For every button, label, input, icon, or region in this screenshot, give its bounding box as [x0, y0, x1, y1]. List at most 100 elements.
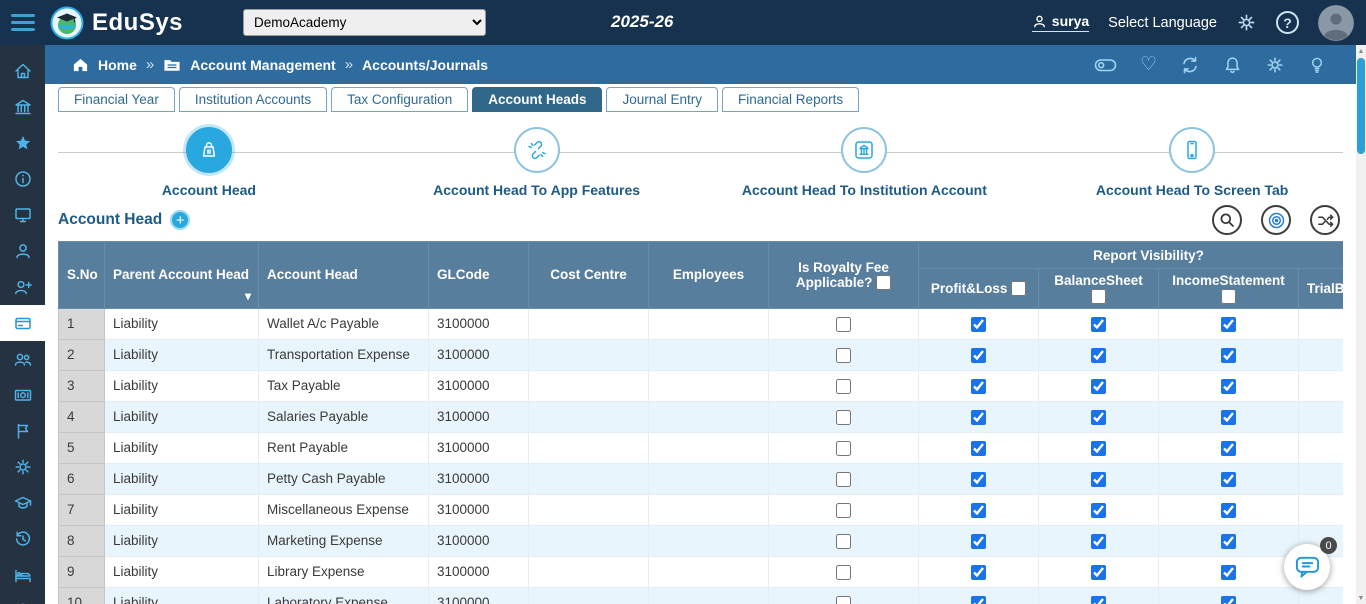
profit-loss-checkbox[interactable]: [971, 472, 986, 487]
sidebar-item-flag[interactable]: [0, 413, 45, 449]
profit-loss-checkbox[interactable]: [971, 317, 986, 332]
tab-financial-reports[interactable]: Financial Reports: [722, 87, 859, 112]
income-statement-checkbox[interactable]: [1221, 472, 1236, 487]
sidebar-item-monitor[interactable]: [0, 197, 45, 233]
balance-sheet-checkbox[interactable]: [1091, 565, 1106, 580]
step-account-head[interactable]: Account Head: [45, 112, 373, 198]
tab-tax-configuration[interactable]: Tax Configuration: [331, 87, 468, 112]
tab-institution-accounts[interactable]: Institution Accounts: [179, 87, 327, 112]
profit-loss-checkbox[interactable]: [971, 503, 986, 518]
balance-sheet-checkbox[interactable]: [1091, 348, 1106, 363]
breadcrumb-section[interactable]: Account Management: [190, 57, 335, 73]
scroll-up-arrow[interactable]: ▲: [1356, 45, 1366, 57]
sidebar-item-user-add[interactable]: [0, 269, 45, 305]
tab-account-heads[interactable]: Account Heads: [472, 87, 602, 112]
royalty-checkbox[interactable]: [836, 348, 851, 363]
income-statement-checkbox[interactable]: [1221, 503, 1236, 518]
profit-loss-checkbox[interactable]: [971, 410, 986, 425]
shuffle-button[interactable]: [1310, 205, 1340, 235]
sidebar-item-payroll[interactable]: [0, 377, 45, 413]
settings-icon[interactable]: [1236, 12, 1257, 33]
income-statement-checkbox[interactable]: [1221, 596, 1236, 604]
breadcrumb-home[interactable]: Home: [98, 57, 137, 73]
profit-loss-checkbox[interactable]: [971, 534, 986, 549]
sidebar-item-settings[interactable]: [0, 449, 45, 485]
income-statement-checkbox[interactable]: [1221, 534, 1236, 549]
profit-loss-checkbox[interactable]: [971, 348, 986, 363]
balance-sheet-select-all-checkbox[interactable]: [1091, 289, 1106, 304]
balance-sheet-checkbox[interactable]: [1091, 472, 1106, 487]
profit-loss-cell: [919, 525, 1039, 556]
sort-chevron-icon[interactable]: ▾: [245, 289, 251, 303]
sidebar-item-hostel[interactable]: [0, 557, 45, 593]
income-statement-checkbox[interactable]: [1221, 317, 1236, 332]
scroll-down-arrow[interactable]: ▼: [1356, 592, 1366, 604]
tab-financial-year[interactable]: Financial Year: [58, 87, 175, 112]
balance-sheet-checkbox[interactable]: [1091, 534, 1106, 549]
sidebar-item-group[interactable]: [0, 341, 45, 377]
glcode-cell: 3100000: [429, 525, 529, 556]
profit-loss-checkbox[interactable]: [971, 441, 986, 456]
balance-sheet-checkbox[interactable]: [1091, 410, 1106, 425]
sidebar-item-home[interactable]: [0, 53, 45, 89]
sidebar-item-institution[interactable]: [0, 89, 45, 125]
sidebar-item-utilities[interactable]: [0, 593, 45, 604]
employees-cell: [649, 370, 769, 401]
scrollbar-thumb[interactable]: [1357, 58, 1365, 154]
step-account-head-to-institution-account[interactable]: Account Head To Institution Account: [701, 112, 1029, 198]
royalty-checkbox[interactable]: [836, 410, 851, 425]
sidebar-item-academics[interactable]: [0, 485, 45, 521]
record-button[interactable]: [1261, 205, 1291, 235]
income-statement-checkbox[interactable]: [1221, 379, 1236, 394]
academy-select[interactable]: DemoAcademy: [243, 9, 486, 36]
gear-icon[interactable]: [1265, 55, 1285, 75]
sidebar-item-starred[interactable]: [0, 125, 45, 161]
royalty-checkbox[interactable]: [836, 503, 851, 518]
royalty-checkbox[interactable]: [836, 317, 851, 332]
select-language-link[interactable]: Select Language: [1108, 15, 1217, 31]
help-icon[interactable]: ?: [1276, 11, 1299, 34]
balance-sheet-checkbox[interactable]: [1091, 503, 1106, 518]
sidebar-item-history[interactable]: [0, 521, 45, 557]
add-account-head-button[interactable]: +: [170, 210, 190, 230]
income-statement-checkbox[interactable]: [1221, 441, 1236, 456]
vertical-scrollbar[interactable]: ▲ ▼: [1356, 45, 1366, 604]
sync-icon[interactable]: [1180, 55, 1200, 75]
info-icon: [13, 169, 33, 189]
income-statement-checkbox[interactable]: [1221, 348, 1236, 363]
step-account-head-to-screen-tab[interactable]: Account Head To Screen Tab: [1028, 112, 1356, 198]
account-head-cell: Wallet A/c Payable: [259, 308, 429, 339]
profit-loss-checkbox[interactable]: [971, 565, 986, 580]
profit-loss-select-all-checkbox[interactable]: [1011, 281, 1026, 296]
royalty-checkbox[interactable]: [836, 441, 851, 456]
balance-sheet-checkbox[interactable]: [1091, 596, 1106, 604]
toggle-icon[interactable]: [1094, 55, 1117, 75]
royalty-checkbox[interactable]: [836, 379, 851, 394]
search-button[interactable]: [1212, 205, 1242, 235]
income-statement-checkbox[interactable]: [1221, 565, 1236, 580]
income-statement-select-all-checkbox[interactable]: [1221, 289, 1236, 304]
sidebar-item-accounts[interactable]: [0, 305, 45, 341]
avatar[interactable]: [1318, 5, 1354, 41]
profit-loss-checkbox[interactable]: [971, 379, 986, 394]
royalty-checkbox[interactable]: [836, 596, 851, 604]
menu-icon[interactable]: [0, 14, 45, 31]
heart-icon[interactable]: ♡: [1140, 55, 1157, 74]
balance-sheet-checkbox[interactable]: [1091, 441, 1106, 456]
tab-journal-entry[interactable]: Journal Entry: [606, 87, 718, 112]
step-account-head-to-app-features[interactable]: Account Head To App Features: [373, 112, 701, 198]
royalty-checkbox[interactable]: [836, 534, 851, 549]
profit-loss-checkbox[interactable]: [971, 596, 986, 604]
royalty-select-all-checkbox[interactable]: [876, 275, 891, 290]
balance-sheet-checkbox[interactable]: [1091, 317, 1106, 332]
parent-account-head-header[interactable]: Parent Account Head ▾: [105, 242, 259, 309]
balance-sheet-checkbox[interactable]: [1091, 379, 1106, 394]
sidebar-item-info[interactable]: [0, 161, 45, 197]
royalty-checkbox[interactable]: [836, 472, 851, 487]
sidebar-item-user[interactable]: [0, 233, 45, 269]
royalty-checkbox[interactable]: [836, 565, 851, 580]
bulb-icon[interactable]: [1308, 55, 1326, 75]
bell-icon[interactable]: [1223, 55, 1242, 75]
user-menu[interactable]: surya: [1032, 13, 1089, 32]
income-statement-checkbox[interactable]: [1221, 410, 1236, 425]
